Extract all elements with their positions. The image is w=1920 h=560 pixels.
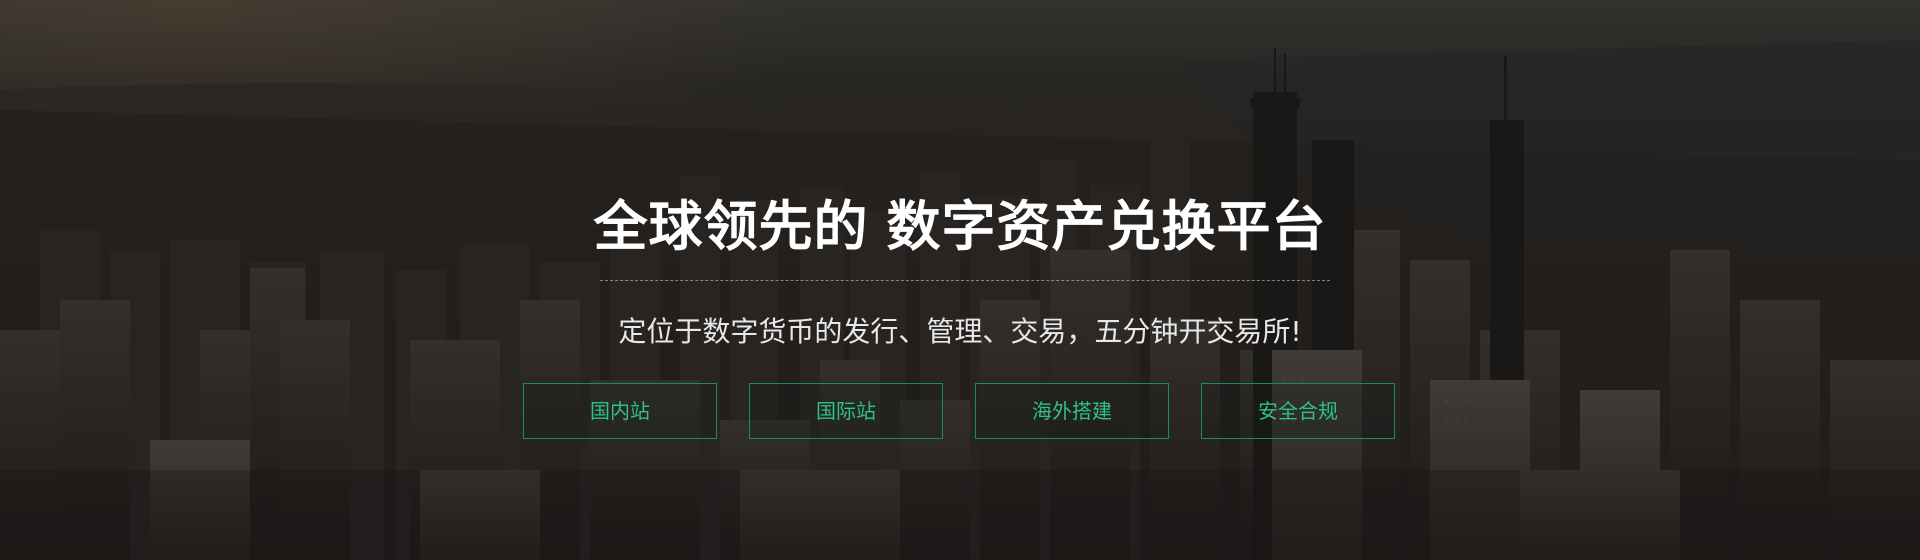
international-site-button[interactable]: 国际站 (749, 383, 943, 439)
overseas-setup-button[interactable]: 海外搭建 (975, 383, 1169, 439)
hero-title-part1: 全球领先的 (593, 195, 869, 258)
security-compliance-button[interactable]: 安全合规 (1201, 383, 1395, 439)
hero-title: 全球领先的 数字资产兑换平台 (0, 192, 1920, 262)
hero-content: 全球领先的 数字资产兑换平台 定位于数字货币的发行、管理、交易，五分钟开交易所! … (0, 0, 1920, 560)
hero-banner: 全球领先的 数字资产兑换平台 定位于数字货币的发行、管理、交易，五分钟开交易所! … (0, 0, 1920, 560)
domestic-site-button[interactable]: 国内站 (523, 383, 717, 439)
hero-subtitle: 定位于数字货币的发行、管理、交易，五分钟开交易所! (618, 315, 1302, 348)
title-divider (600, 280, 1330, 281)
hero-title-part2: 数字资产兑换平台 (886, 195, 1327, 258)
